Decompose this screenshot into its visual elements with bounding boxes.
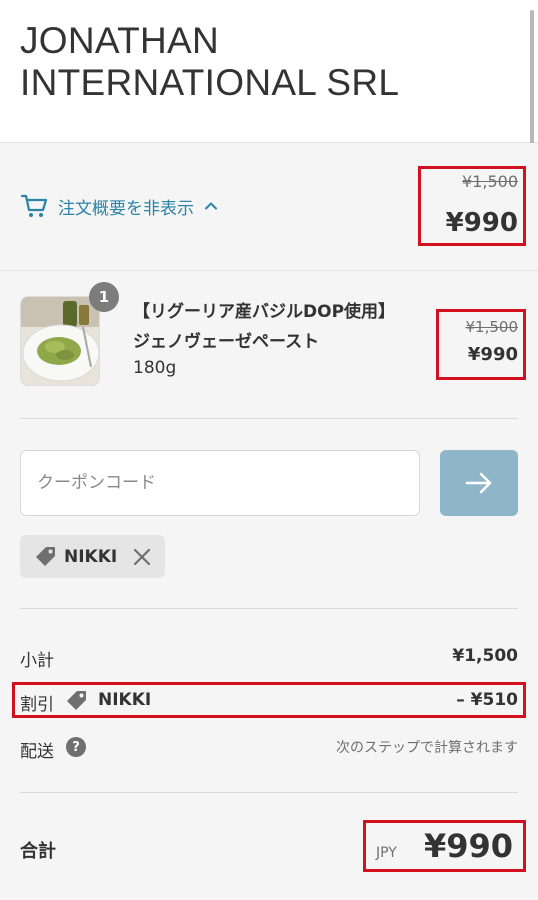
- quantity-badge: 1: [89, 282, 119, 312]
- store-name[interactable]: JONATHAN INTERNATIONAL SRL: [20, 20, 490, 104]
- highlight-box: [12, 682, 526, 718]
- coupon-code-input[interactable]: [20, 450, 420, 516]
- apply-coupon-button[interactable]: [440, 450, 518, 516]
- highlight-box: [418, 166, 526, 246]
- highlight-box: [436, 309, 526, 380]
- divider: [20, 418, 518, 419]
- pasta-photo: [21, 297, 99, 385]
- shipping-value: 次のステップで計算されます: [336, 740, 518, 756]
- close-icon[interactable]: [133, 548, 151, 566]
- discount-code: NIKKI: [64, 546, 118, 567]
- tag-icon: [36, 546, 55, 566]
- hide-order-summary-link[interactable]: 注文概要を非表示: [20, 193, 218, 219]
- product-title: 【リグーリア産バジルDOP使用】 ジェノヴェーゼペースト: [133, 302, 396, 352]
- applied-discount-chip: NIKKI: [20, 535, 165, 578]
- cart-icon: [20, 194, 48, 217]
- total-label: 合計: [20, 841, 56, 862]
- subtotal-label: 小計: [20, 651, 54, 671]
- store-header: JONATHAN INTERNATIONAL SRL: [0, 0, 538, 143]
- hide-order-summary-label: 注文概要を非表示: [58, 198, 194, 219]
- subtotal-value: ¥1,500: [452, 646, 518, 666]
- chevron-up-icon: [205, 202, 217, 210]
- shipping-label: 配送: [20, 742, 54, 762]
- question-icon[interactable]: ?: [66, 737, 86, 757]
- arrow-right-icon: [465, 472, 492, 494]
- divider: [20, 608, 518, 609]
- highlight-box: [363, 820, 526, 872]
- product-variant: 180g: [133, 358, 177, 378]
- divider: [20, 792, 518, 793]
- product-thumbnail: [20, 296, 100, 386]
